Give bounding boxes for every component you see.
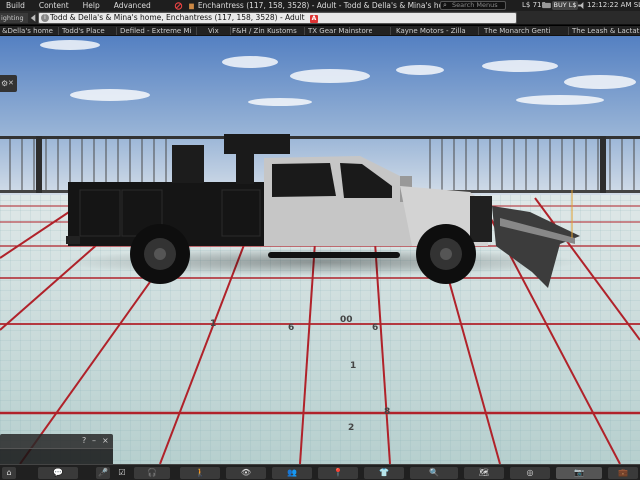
minimize-icon[interactable]: – (92, 436, 96, 445)
people-icon: 👥 (287, 468, 297, 477)
favorite-item[interactable]: The Monarch Genti (484, 26, 558, 35)
svg-text:6: 6 (372, 323, 378, 333)
chat-input[interactable] (0, 448, 113, 464)
map-icon: 🗺 (478, 468, 490, 477)
appearance-button[interactable]: 👕 (364, 467, 404, 479)
building-icon (188, 3, 194, 9)
chat-header: ? – × (0, 434, 113, 448)
chat-button[interactable]: 💬 (38, 467, 78, 479)
pin-icon: 📍 (333, 468, 343, 477)
checkbox-icon: ☑ (118, 468, 126, 477)
info-icon[interactable]: i (41, 14, 49, 22)
menu-build[interactable]: Build (0, 0, 32, 11)
favorites-bar: &Della's home Todd's Place Defiled - Ext… (0, 26, 640, 36)
favorite-item[interactable]: F&H / Zin Kustoms (232, 26, 302, 35)
walk-icon: 🚶 (195, 468, 205, 477)
search-button[interactable]: 🔍 (410, 467, 458, 479)
move-button[interactable]: 🚶 (180, 467, 220, 479)
microphone-icon: 🎤 (98, 468, 108, 477)
favorite-separator (196, 27, 197, 35)
location-field[interactable]: i Todd & Della's & Mina's home, Enchantr… (38, 12, 517, 24)
close-icon[interactable]: × (102, 436, 109, 445)
lighting-button[interactable]: ighting (0, 13, 28, 23)
favorite-separator (58, 27, 59, 35)
no-push-icon (174, 1, 183, 10)
minimap-button[interactable]: ◎ (510, 467, 550, 479)
map-button[interactable]: 🗺 (464, 467, 504, 479)
favorite-separator (390, 27, 391, 35)
svg-text:00: 00 (340, 315, 353, 325)
camera-icon: 📷 (574, 468, 584, 477)
menu-content[interactable]: Content (32, 0, 76, 11)
search-menus-input[interactable]: ⌕ Search Menus (440, 1, 506, 10)
chat-bubble-icon: 💬 (53, 468, 63, 477)
people-button[interactable]: 👥 (272, 467, 312, 479)
back-icon[interactable] (29, 13, 38, 23)
speaker-icon[interactable] (578, 2, 587, 9)
voice-button[interactable]: 🎤 (96, 467, 110, 479)
running-board (268, 252, 400, 258)
clock: 12:12:22 AM SL (587, 1, 640, 9)
places-button[interactable]: 📍 (318, 467, 358, 479)
favorite-separator (116, 27, 117, 35)
view-button[interactable]: 👁 (226, 467, 266, 479)
front-wheel (416, 224, 476, 284)
location-adult-badge: A (309, 15, 318, 23)
favorite-separator (304, 27, 305, 35)
crane (224, 134, 290, 154)
eye-icon: 👁 (240, 468, 252, 477)
media-icon[interactable] (542, 2, 551, 9)
home-icon: ⌂ (6, 468, 12, 477)
voice-settings-button[interactable]: 🎧 (134, 467, 170, 479)
briefcase-icon: 💼 (618, 468, 628, 477)
favorite-item[interactable]: Defiled - Extreme Mi (120, 26, 194, 35)
bottom-toolbar: ⌂ 💬 🎤 ☑ 🎧 🚶 👁 👥 📍 👕 🔍 🗺 ◎ 📷 💼 (0, 464, 640, 480)
favorite-separator (230, 27, 231, 35)
menu-advanced[interactable]: Advanced (107, 0, 158, 11)
favorite-item[interactable]: Kayne Motors - Zilla (396, 26, 470, 35)
shirt-icon: 👕 (379, 468, 389, 477)
compass-icon: ◎ (526, 468, 534, 477)
svg-text:1: 1 (350, 361, 356, 371)
help-icon[interactable]: ? (82, 436, 86, 445)
speak-toggle[interactable]: ☑ (116, 467, 128, 479)
favorite-item[interactable]: Todd's Place (62, 26, 114, 35)
favorite-separator (568, 27, 569, 35)
home-button[interactable]: ⌂ (2, 467, 16, 479)
grille (470, 196, 492, 242)
navigation-bar: ighting i Todd & Della's & Mina's home, … (0, 11, 640, 25)
menu-bar: Build Content Help Advanced Enchantress … (0, 0, 640, 11)
compressor (172, 145, 204, 183)
close-icon[interactable]: ✕ (8, 75, 14, 92)
favorite-item[interactable]: TX Gear Mainstore (308, 26, 372, 35)
menu-help[interactable]: Help (76, 0, 107, 11)
favorite-item[interactable]: &Della's home (2, 26, 56, 35)
svg-text:6: 6 (288, 323, 294, 333)
side-panel-tab[interactable]: ⚙ ✕ (0, 75, 17, 92)
snapshot-button[interactable]: 📷 (556, 467, 602, 479)
world-scene[interactable]: 00 1 6 6 1 8 2 (0, 36, 640, 464)
rear-wheel (130, 224, 190, 284)
svg-text:2: 2 (348, 423, 354, 433)
search-icon: ⌕ (443, 1, 447, 9)
magnifier-icon: 🔍 (429, 468, 439, 477)
world-view[interactable]: 00 1 6 6 1 8 2 (0, 36, 640, 464)
svg-text:1: 1 (210, 319, 216, 329)
inventory-button[interactable]: 💼 (608, 467, 638, 479)
favorite-item[interactable]: Vix (208, 26, 228, 35)
nearby-chat-floater: ? – × (0, 434, 113, 464)
current-location[interactable]: Enchantress (117, 158, 3528) - Adult - T… (198, 1, 455, 10)
svg-text:8: 8 (384, 407, 390, 417)
headset-icon: 🎧 (147, 468, 157, 477)
buy-currency-button[interactable]: BUY L$ (552, 1, 578, 10)
favorite-separator (478, 27, 479, 35)
favorite-item[interactable]: The Leash & Lactat (572, 26, 640, 35)
